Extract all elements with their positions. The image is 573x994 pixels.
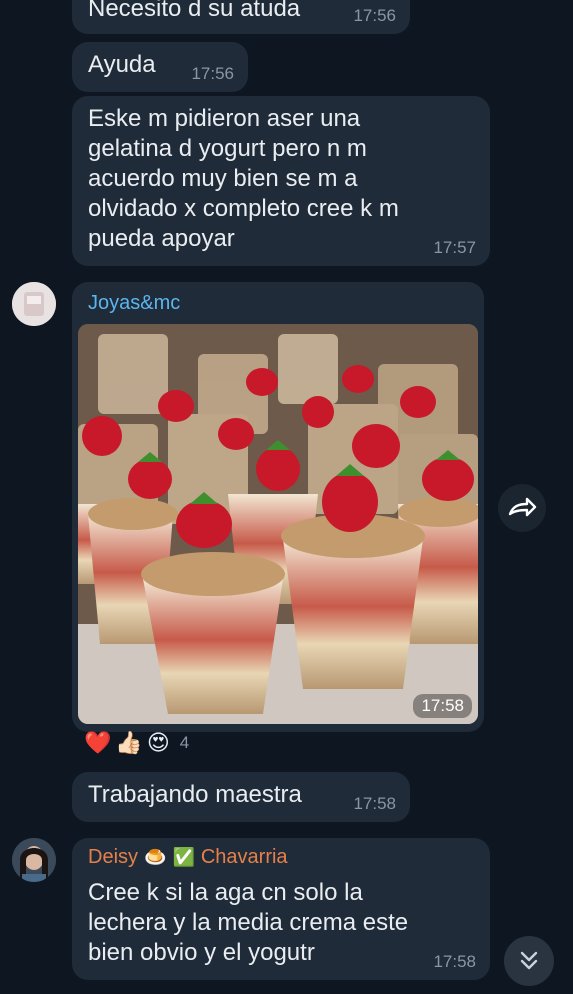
- message-bubble[interactable]: Deisy 🍮 ✅ Chavarria Cree k si la aga cn …: [72, 838, 490, 980]
- message-bubble[interactable]: Trabajando maestra 17:58: [72, 772, 410, 822]
- message-bubble[interactable]: Eske m pidieron aser una gelatina d yogu…: [72, 96, 490, 266]
- sender-name[interactable]: Joyas&mc: [88, 292, 180, 315]
- photo-attachment[interactable]: 17:58: [78, 324, 478, 724]
- double-chevron-down-icon: [520, 951, 538, 970]
- message-text: Ayuda: [88, 51, 156, 78]
- message-text: Necesito d su atuda: [88, 0, 301, 22]
- message-bubble[interactable]: Necesito d su atuda 17:56: [72, 0, 410, 34]
- message-time: 17:56: [191, 64, 234, 83]
- share-button[interactable]: [498, 484, 546, 532]
- message-time: 17:58: [353, 794, 396, 813]
- message-time: 17:58: [433, 952, 476, 971]
- reactions-bar[interactable]: ❤️ 👍🏻 😍 4: [84, 730, 189, 756]
- scroll-down-button[interactable]: [504, 936, 554, 986]
- message-text: Eske m pidieron aser una gelatina d yogu…: [88, 105, 399, 252]
- share-icon: [508, 497, 537, 517]
- photo-time: 17:58: [413, 694, 472, 718]
- reaction-count: 4: [179, 733, 190, 752]
- message-text: Cree k si la aga cn solo la lechera y la…: [88, 879, 409, 966]
- heart-reaction[interactable]: ❤️: [84, 730, 111, 756]
- sender-name[interactable]: Deisy 🍮 ✅ Chavarria: [88, 846, 288, 869]
- thumbs-up-reaction[interactable]: 👍🏻: [115, 730, 142, 756]
- avatar-image: [12, 282, 56, 326]
- message-time: 17:57: [433, 238, 476, 257]
- message-time: 17:56: [353, 6, 396, 25]
- custard-emoji: 🍮: [144, 847, 167, 867]
- check-emoji: ✅: [172, 847, 195, 867]
- sender-avatar[interactable]: [12, 838, 56, 882]
- message-text: Trabajando maestra: [88, 781, 302, 808]
- message-bubble[interactable]: Ayuda 17:56: [72, 42, 248, 92]
- heart-eyes-reaction[interactable]: 😍: [147, 730, 170, 756]
- sender-first-name: Deisy: [88, 846, 139, 868]
- sender-avatar[interactable]: [12, 282, 56, 326]
- avatar-image: [12, 838, 56, 882]
- dessert-cups-image: [78, 324, 478, 724]
- sender-last-name: Chavarria: [200, 846, 288, 868]
